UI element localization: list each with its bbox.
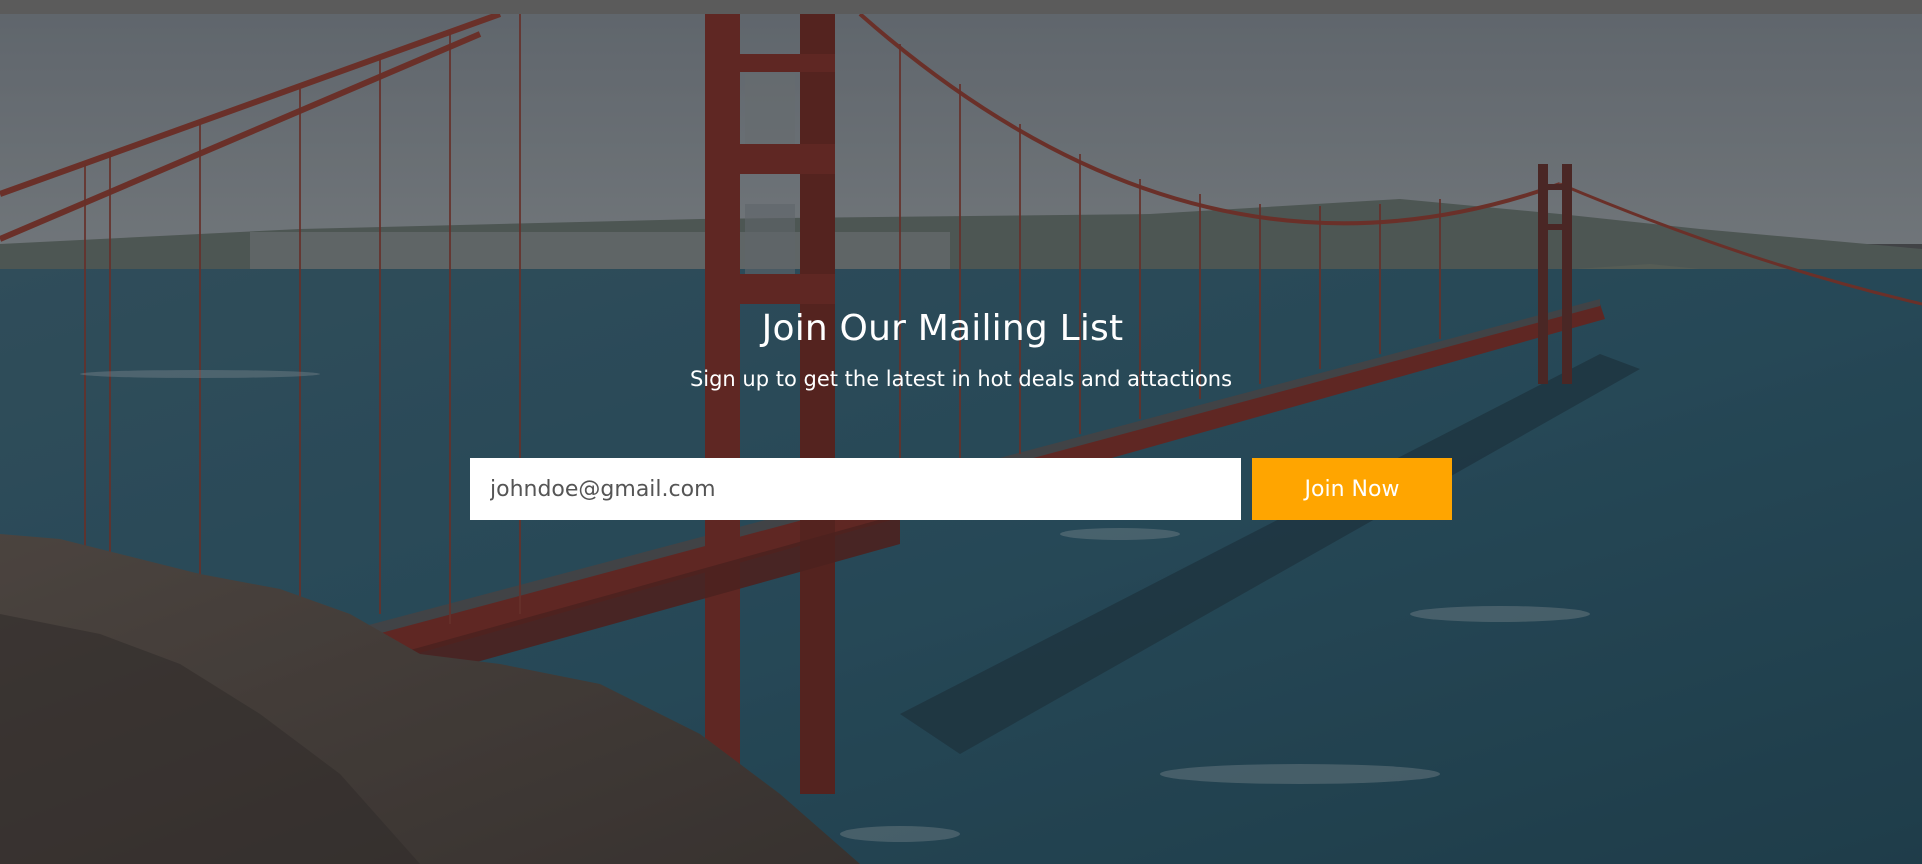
- mailing-list-subtitle: Sign up to get the latest in hot deals a…: [689, 367, 1233, 391]
- mailing-list-hero: Join Our Mailing List Sign up to get the…: [0, 14, 1922, 864]
- email-input[interactable]: [470, 458, 1241, 520]
- join-now-button[interactable]: Join Now: [1252, 458, 1452, 520]
- signup-form: Join Now: [470, 458, 1452, 520]
- mailing-list-content: Join Our Mailing List Sign up to get the…: [0, 14, 1922, 864]
- top-bar: [0, 0, 1922, 14]
- mailing-list-title: Join Our Mailing List: [761, 308, 1124, 349]
